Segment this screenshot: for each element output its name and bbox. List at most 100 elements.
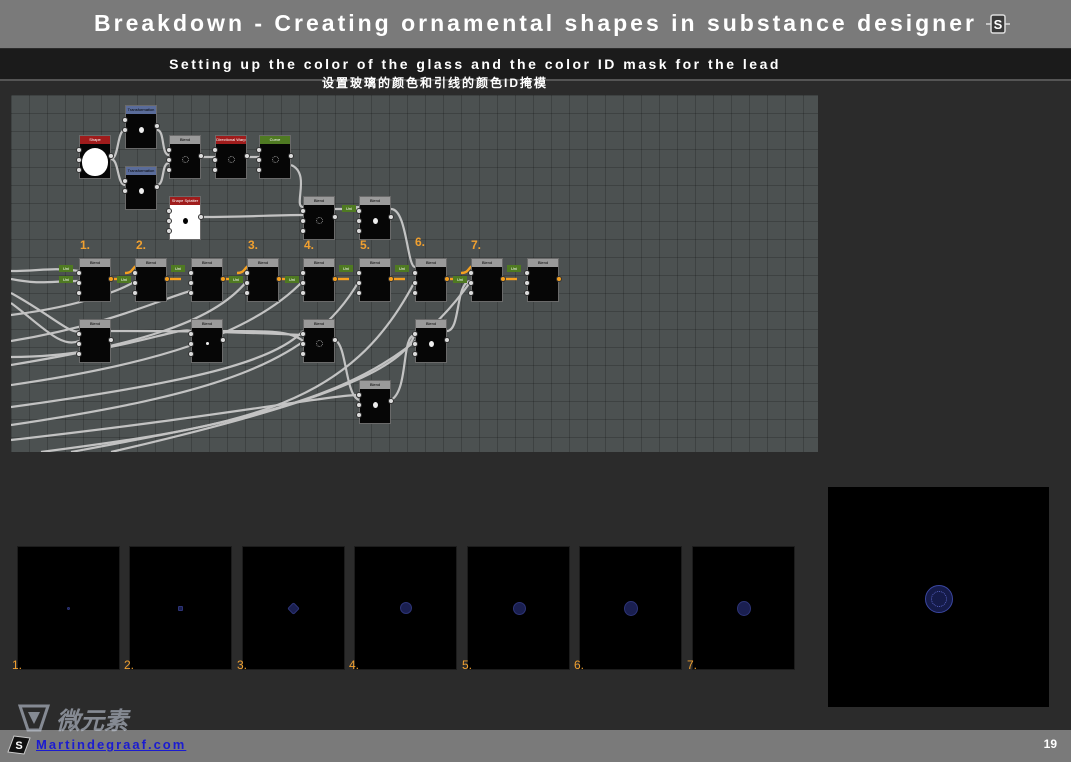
node-output-pin[interactable] (198, 153, 204, 159)
footer-website-link[interactable]: Martindegraaf.com (36, 737, 186, 752)
node-input-pin[interactable] (132, 280, 138, 286)
node-input-pin[interactable] (356, 290, 362, 296)
node-input-pin[interactable] (188, 351, 194, 357)
node-output-pin[interactable] (154, 123, 160, 129)
node-input-pin[interactable] (166, 218, 172, 224)
node-graph-panel[interactable]: Shape Transformation 2D Transformation 2… (11, 95, 818, 452)
node-input-pin[interactable] (212, 157, 218, 163)
node-input-pin[interactable] (188, 270, 194, 276)
node-input-pin[interactable] (468, 270, 474, 276)
node-output-pin[interactable] (444, 337, 450, 343)
node-input-pin[interactable] (300, 331, 306, 337)
node-output-pin[interactable] (154, 184, 160, 190)
node-input-pin[interactable] (300, 270, 306, 276)
graph-node-output[interactable]: Blend (527, 258, 559, 302)
node-input-pin[interactable] (356, 392, 362, 398)
node-input-pin[interactable] (212, 147, 218, 153)
node-input-pin[interactable] (76, 331, 82, 337)
node-input-pin[interactable] (188, 341, 194, 347)
node-input-pin[interactable] (356, 218, 362, 224)
graph-node-blend-c[interactable]: Blend (359, 196, 391, 240)
node-input-pin[interactable] (300, 208, 306, 214)
node-input-pin[interactable] (166, 228, 172, 234)
graph-node-step-4[interactable]: Blend (247, 258, 279, 302)
node-input-pin[interactable] (356, 280, 362, 286)
graph-node-directional-warp[interactable]: Directional Warp (215, 135, 247, 179)
node-input-pin[interactable] (412, 280, 418, 286)
graph-node-blend-a[interactable]: Blend (169, 135, 201, 179)
node-input-pin[interactable] (412, 331, 418, 337)
node-input-pin[interactable] (356, 228, 362, 234)
graph-node-step-2[interactable]: Blend (135, 258, 167, 302)
node-input-pin[interactable] (356, 208, 362, 214)
node-input-pin[interactable] (256, 167, 262, 173)
node-input-pin[interactable] (300, 351, 306, 357)
node-input-pin[interactable] (122, 188, 128, 194)
graph-node-mask-2[interactable]: Blend (191, 319, 223, 363)
node-input-pin[interactable] (166, 208, 172, 214)
node-input-pin[interactable] (122, 178, 128, 184)
node-input-pin[interactable] (412, 341, 418, 347)
graph-node-transform-top[interactable]: Transformation 2D (125, 105, 157, 149)
node-output-pin[interactable] (388, 398, 394, 404)
node-input-pin[interactable] (412, 270, 418, 276)
graph-node-blend-b[interactable]: Blend (303, 196, 335, 240)
graph-node-step-6[interactable]: Blend (359, 258, 391, 302)
node-input-pin[interactable] (244, 280, 250, 286)
node-input-pin[interactable] (524, 280, 530, 286)
node-output-pin[interactable] (332, 214, 338, 220)
node-input-pin[interactable] (166, 157, 172, 163)
node-input-pin[interactable] (356, 402, 362, 408)
node-input-pin[interactable] (188, 331, 194, 337)
graph-node-shape[interactable]: Shape (79, 135, 111, 179)
node-input-pin[interactable] (356, 412, 362, 418)
node-input-pin[interactable] (122, 127, 128, 133)
node-output-pin[interactable] (288, 153, 294, 159)
graph-node-step-7[interactable]: Blend (415, 258, 447, 302)
graph-node-step-1[interactable]: Blend (79, 258, 111, 302)
node-input-pin[interactable] (412, 290, 418, 296)
node-input-pin[interactable] (524, 270, 530, 276)
graph-node-curve[interactable]: Curve (259, 135, 291, 179)
graph-node-step-3[interactable]: Blend (191, 258, 223, 302)
node-input-pin[interactable] (76, 351, 82, 357)
node-input-pin[interactable] (256, 157, 262, 163)
graph-node-shape-splatter[interactable]: Shape Splatter (169, 196, 201, 240)
node-output-pin[interactable] (108, 153, 114, 159)
node-input-pin[interactable] (300, 218, 306, 224)
node-output-pin[interactable] (108, 276, 114, 282)
graph-node-mask-5[interactable]: Blend (359, 380, 391, 424)
node-output-pin[interactable] (164, 276, 170, 282)
node-input-pin[interactable] (122, 117, 128, 123)
node-input-pin[interactable] (132, 270, 138, 276)
node-input-pin[interactable] (166, 147, 172, 153)
node-output-pin[interactable] (108, 337, 114, 343)
node-input-pin[interactable] (188, 290, 194, 296)
node-input-pin[interactable] (256, 147, 262, 153)
node-input-pin[interactable] (132, 290, 138, 296)
node-input-pin[interactable] (76, 270, 82, 276)
node-input-pin[interactable] (300, 280, 306, 286)
node-output-pin[interactable] (556, 276, 562, 282)
node-input-pin[interactable] (244, 290, 250, 296)
node-input-pin[interactable] (244, 270, 250, 276)
node-input-pin[interactable] (468, 290, 474, 296)
graph-node-step-5[interactable]: Blend (303, 258, 335, 302)
node-input-pin[interactable] (166, 167, 172, 173)
node-input-pin[interactable] (524, 290, 530, 296)
node-input-pin[interactable] (76, 167, 82, 173)
node-input-pin[interactable] (468, 280, 474, 286)
node-output-pin[interactable] (388, 214, 394, 220)
node-input-pin[interactable] (76, 280, 82, 286)
graph-node-transform-bottom[interactable]: Transformation 2D (125, 166, 157, 210)
graph-node-mask-4[interactable]: Blend (415, 319, 447, 363)
node-input-pin[interactable] (188, 280, 194, 286)
graph-node-mask-3[interactable]: Blend (303, 319, 335, 363)
node-input-pin[interactable] (76, 290, 82, 296)
node-output-pin[interactable] (332, 337, 338, 343)
node-input-pin[interactable] (76, 157, 82, 163)
node-output-pin[interactable] (388, 276, 394, 282)
node-output-pin[interactable] (276, 276, 282, 282)
node-input-pin[interactable] (412, 351, 418, 357)
node-output-pin[interactable] (198, 214, 204, 220)
